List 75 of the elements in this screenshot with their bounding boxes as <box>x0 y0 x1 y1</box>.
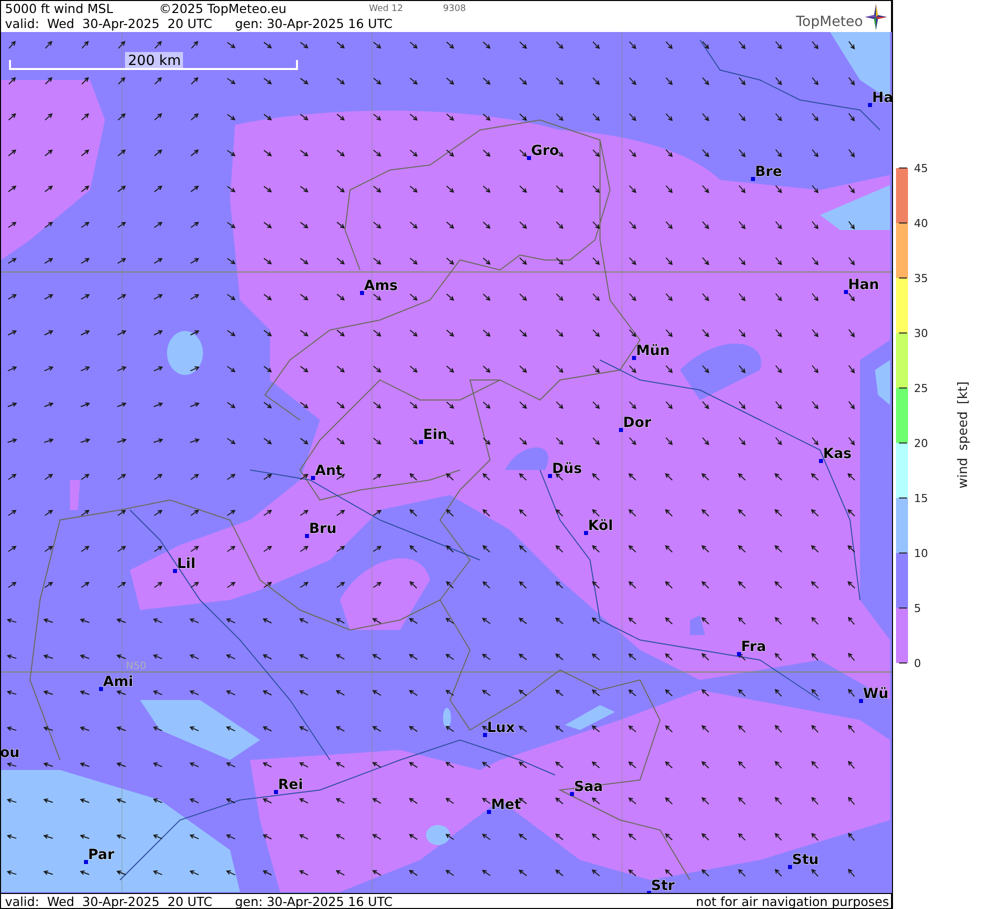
logo-text: TopMeteo <box>796 14 863 30</box>
city-marker-icon <box>548 474 552 478</box>
city-marker-icon <box>619 428 623 432</box>
city-label: Rei <box>278 777 304 793</box>
tick-label: 25 <box>914 382 928 395</box>
city-marker-icon <box>868 103 872 107</box>
city-marker-icon <box>99 687 103 691</box>
code-label: 9308 <box>443 4 466 14</box>
city-marker-icon <box>84 860 88 864</box>
city-label: Bru <box>309 521 337 537</box>
city-marker-icon <box>173 569 177 573</box>
city-label: Ami <box>103 674 134 690</box>
city-label: Ams <box>364 278 398 294</box>
city-marker-icon <box>360 291 364 295</box>
tick-label: 10 <box>914 547 928 560</box>
city-marker-icon <box>570 792 574 796</box>
city-marker-icon <box>859 699 863 703</box>
tick-label: 40 <box>914 217 928 230</box>
city-label: Fra <box>741 639 766 655</box>
tick-mark <box>898 552 908 554</box>
tick-label: 5 <box>914 602 921 615</box>
map-title: 5000 ft wind MSL <box>5 1 114 16</box>
city-label: Ha <box>872 90 892 106</box>
run-label: Wed 12 <box>369 4 404 14</box>
city-label: Par <box>88 847 114 863</box>
city-label: Düs <box>552 461 582 477</box>
city-marker-icon <box>483 733 487 737</box>
city-label: Wü <box>863 686 888 702</box>
city-label: Mün <box>636 343 670 359</box>
city-marker-icon <box>305 534 309 538</box>
latitude-label: N50 <box>126 661 146 672</box>
compass-star-icon <box>865 4 887 30</box>
city-label: Ein <box>423 427 448 443</box>
city-label: Köl <box>588 518 614 534</box>
disclaimer-text: not for air navigation purposes <box>696 894 890 908</box>
city-marker-icon <box>788 865 792 869</box>
legend-title: wind speed [kt] <box>956 381 971 489</box>
city-marker-icon <box>751 177 755 181</box>
city-marker-icon <box>527 156 531 160</box>
city-label: Han <box>848 277 880 293</box>
tick-mark <box>898 222 908 224</box>
copyright-text: ©2025 TopMeteo.eu <box>159 1 288 16</box>
tick-label: 20 <box>914 437 928 450</box>
valid-time: valid: Wed 30-Apr-2025 20 UTC <box>5 894 214 908</box>
city-marker-icon <box>274 790 278 794</box>
city-label: Gro <box>531 143 560 159</box>
tick-mark <box>898 332 908 334</box>
city-label: Dor <box>623 415 652 431</box>
tick-label: 35 <box>914 272 928 285</box>
tick-mark <box>898 442 908 444</box>
city-marker-icon <box>737 652 741 656</box>
tick-label: 15 <box>914 492 928 505</box>
city-marker-icon <box>584 531 588 535</box>
tick-mark <box>898 662 908 664</box>
city-label: Lux <box>487 720 515 736</box>
generated-time: gen: 30-Apr-2025 16 UTC <box>235 894 393 908</box>
city-label: Bre <box>755 164 782 180</box>
city-marker-icon <box>632 356 636 360</box>
city-marker-icon <box>487 810 491 814</box>
tick-label: 30 <box>914 327 928 340</box>
city-label: Kas <box>823 446 852 462</box>
city-marker-icon <box>819 459 823 463</box>
city-marker-icon <box>311 476 315 480</box>
tick-label: 45 <box>914 162 928 175</box>
city-marker-icon <box>419 440 423 444</box>
city-label: Stu <box>792 852 819 868</box>
generated-time: gen: 30-Apr-2025 16 UTC <box>235 16 393 31</box>
tick-label: 0 <box>914 657 921 670</box>
city-label: Ant <box>315 463 342 479</box>
scale-label: 200 km <box>125 52 183 69</box>
city-label: Str <box>651 878 675 893</box>
city-label: Met <box>491 797 522 813</box>
city-label: Lil <box>177 556 196 572</box>
valid-time: valid: Wed 30-Apr-2025 20 UTC <box>5 16 214 31</box>
city-marker-icon <box>844 290 848 294</box>
